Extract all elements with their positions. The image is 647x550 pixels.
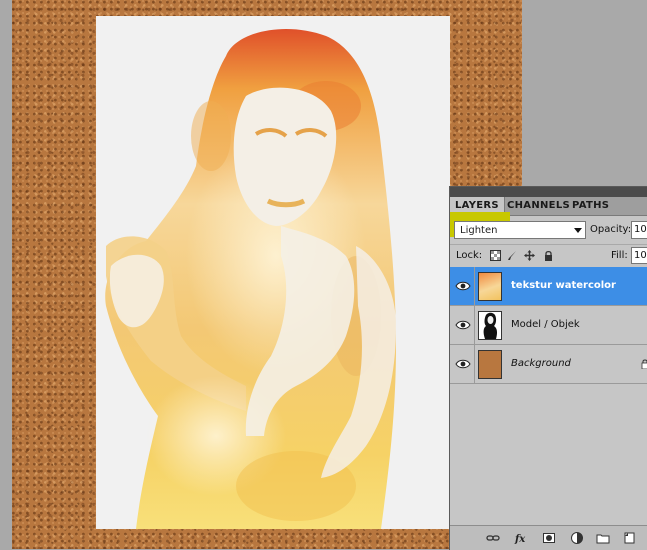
move-lock-icon[interactable] bbox=[524, 250, 535, 261]
layer-thumbnail-watercolor[interactable] bbox=[478, 272, 502, 301]
eye-separator bbox=[474, 267, 475, 305]
brush-lock-icon[interactable] bbox=[507, 250, 518, 261]
model-silhouette-icon bbox=[483, 312, 498, 339]
padlock-icon[interactable] bbox=[543, 250, 554, 261]
opacity-label: Opacity: bbox=[590, 224, 632, 235]
folder-icon[interactable] bbox=[596, 531, 610, 545]
tab-channels[interactable]: CHANNELS bbox=[502, 197, 575, 215]
blend-mode-value: Lighten bbox=[460, 225, 498, 236]
transparency-lock-icon[interactable] bbox=[490, 250, 501, 261]
panel-title-bar[interactable] bbox=[450, 187, 647, 197]
layer-name[interactable]: tekstur watercolor bbox=[511, 280, 616, 291]
opacity-input[interactable]: 100% bbox=[631, 221, 647, 239]
fill-label: Fill: bbox=[611, 250, 628, 261]
padlock-icon bbox=[641, 359, 647, 369]
layer-row-background[interactable]: Background bbox=[450, 345, 647, 384]
eye-icon[interactable] bbox=[455, 358, 471, 370]
layer-name[interactable]: Model / Objek bbox=[511, 319, 580, 330]
chevron-down-icon bbox=[574, 228, 582, 233]
layer-thumbnail-model[interactable] bbox=[478, 311, 502, 340]
svg-text:fx: fx bbox=[514, 534, 526, 545]
fill-input[interactable]: 100% bbox=[631, 247, 647, 264]
mask-icon[interactable] bbox=[542, 531, 556, 545]
blend-mode-select[interactable]: Lighten bbox=[454, 221, 586, 239]
lock-label: Lock: bbox=[456, 250, 483, 261]
fx-icon[interactable]: fx bbox=[514, 531, 528, 545]
adjustment-icon[interactable] bbox=[570, 531, 584, 545]
tab-paths[interactable]: PATHS bbox=[567, 197, 614, 215]
eye-separator bbox=[474, 306, 475, 344]
layer-name[interactable]: Background bbox=[511, 358, 571, 369]
layers-bottom-toolbar: fx bbox=[450, 525, 647, 550]
layer-thumbnail-cork[interactable] bbox=[478, 350, 502, 379]
blend-row: Lighten Opacity: 100% bbox=[450, 212, 647, 244]
eye-icon[interactable] bbox=[455, 280, 471, 292]
lock-row: Lock: Fill: 100% bbox=[450, 244, 647, 268]
document-canvas[interactable] bbox=[96, 16, 450, 529]
layer-row-tekstur-watercolor[interactable]: tekstur watercolor bbox=[450, 267, 647, 306]
eye-separator bbox=[474, 345, 475, 383]
eye-icon[interactable] bbox=[455, 319, 471, 331]
layer-row-model-objek[interactable]: Model / Objek bbox=[450, 306, 647, 345]
link-icon[interactable] bbox=[486, 531, 500, 545]
layers-panel: LAYERS CHANNELS PATHS Lighten Opacity: 1… bbox=[449, 186, 647, 550]
new-layer-icon[interactable] bbox=[622, 531, 636, 545]
watercolor-portrait bbox=[105, 28, 396, 529]
